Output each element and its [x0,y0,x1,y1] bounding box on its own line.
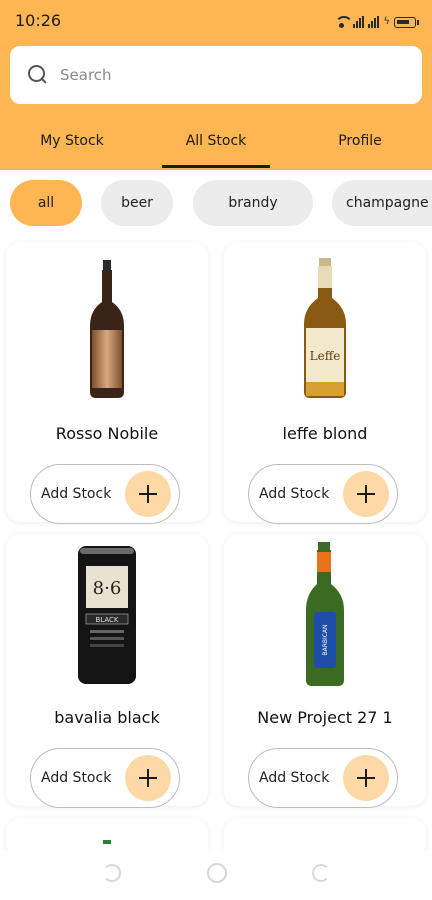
category-filter: all beer brandy champagne [0,170,432,234]
search-input[interactable] [60,66,380,84]
chip-champagne[interactable]: champagne [332,180,432,226]
add-stock-button[interactable]: Add Stock [248,464,398,524]
svg-text:BARBICAN: BARBICAN [322,624,329,655]
status-time: 10:26 [15,11,62,30]
svg-text:BLACK: BLACK [95,616,118,624]
chip-label: all [37,195,55,211]
chip-label: beer [121,195,153,211]
add-stock-label: Add Stock [41,486,112,502]
recent-apps-icon[interactable] [312,864,330,882]
battery-icon [394,17,419,28]
tab-my-stock[interactable]: My Stock [0,112,144,170]
tab-all-stock[interactable]: All Stock [144,112,288,170]
plus-icon[interactable] [343,755,389,801]
product-name: leffe blond [282,424,368,443]
chip-all[interactable]: all [10,180,82,226]
tab-profile[interactable]: Profile [288,112,432,170]
chip-brandy[interactable]: brandy [193,180,313,226]
tab-label: Profile [338,133,382,149]
product-name: bavalia black [54,708,160,727]
red-wine-bottle-image [90,260,124,398]
green-beer-bottle-image: BARBICAN [306,542,344,686]
product-card[interactable]: Rosso Nobile Add Stock [6,242,208,524]
add-stock-button[interactable]: Add Stock [248,748,398,808]
plus-icon[interactable] [343,471,389,517]
back-icon[interactable] [103,864,121,882]
product-name: New Project 27 1 [257,708,393,727]
chip-beer[interactable]: beer [101,180,173,226]
add-stock-label: Add Stock [259,770,330,786]
chip-label: brandy [228,195,278,211]
chip-label: champagne [346,195,429,211]
product-name: Rosso Nobile [55,424,159,443]
bottle-cap-icon [103,840,111,844]
plus-icon[interactable] [125,471,171,517]
status-bar: 10:26 ϟ [0,0,432,44]
add-stock-button[interactable]: Add Stock [30,464,180,524]
product-card[interactable]: Leffe leffe blond Add Stock [224,242,426,524]
beer-bottle-image: Leffe [304,258,346,398]
charging-icon: ϟ [383,16,390,27]
beer-can-image: 8·6 BLACK [78,546,136,684]
home-icon[interactable] [207,863,227,883]
wifi-icon [335,16,354,28]
search-bar[interactable] [10,46,422,104]
svg-text:Leffe: Leffe [310,349,341,363]
system-nav-bar [0,850,432,900]
search-icon [28,65,48,85]
product-card[interactable]: 8·6 BLACK bavalia black Add Stock [6,534,208,808]
tab-bar: My Stock All Stock Profile [0,112,432,170]
plus-icon[interactable] [125,755,171,801]
svg-text:8·6: 8·6 [93,578,122,599]
tab-label: My Stock [40,133,104,149]
signal-icon-2 [368,16,380,28]
status-icons: ϟ [335,14,419,28]
signal-icon [353,16,365,28]
app-header: 10:26 ϟ My Stock All Stock Profile [0,0,432,170]
add-stock-label: Add Stock [41,770,112,786]
product-card[interactable]: BARBICAN New Project 27 1 Add Stock [224,534,426,808]
add-stock-button[interactable]: Add Stock [30,748,180,808]
tab-label: All Stock [185,133,247,149]
add-stock-label: Add Stock [259,486,330,502]
